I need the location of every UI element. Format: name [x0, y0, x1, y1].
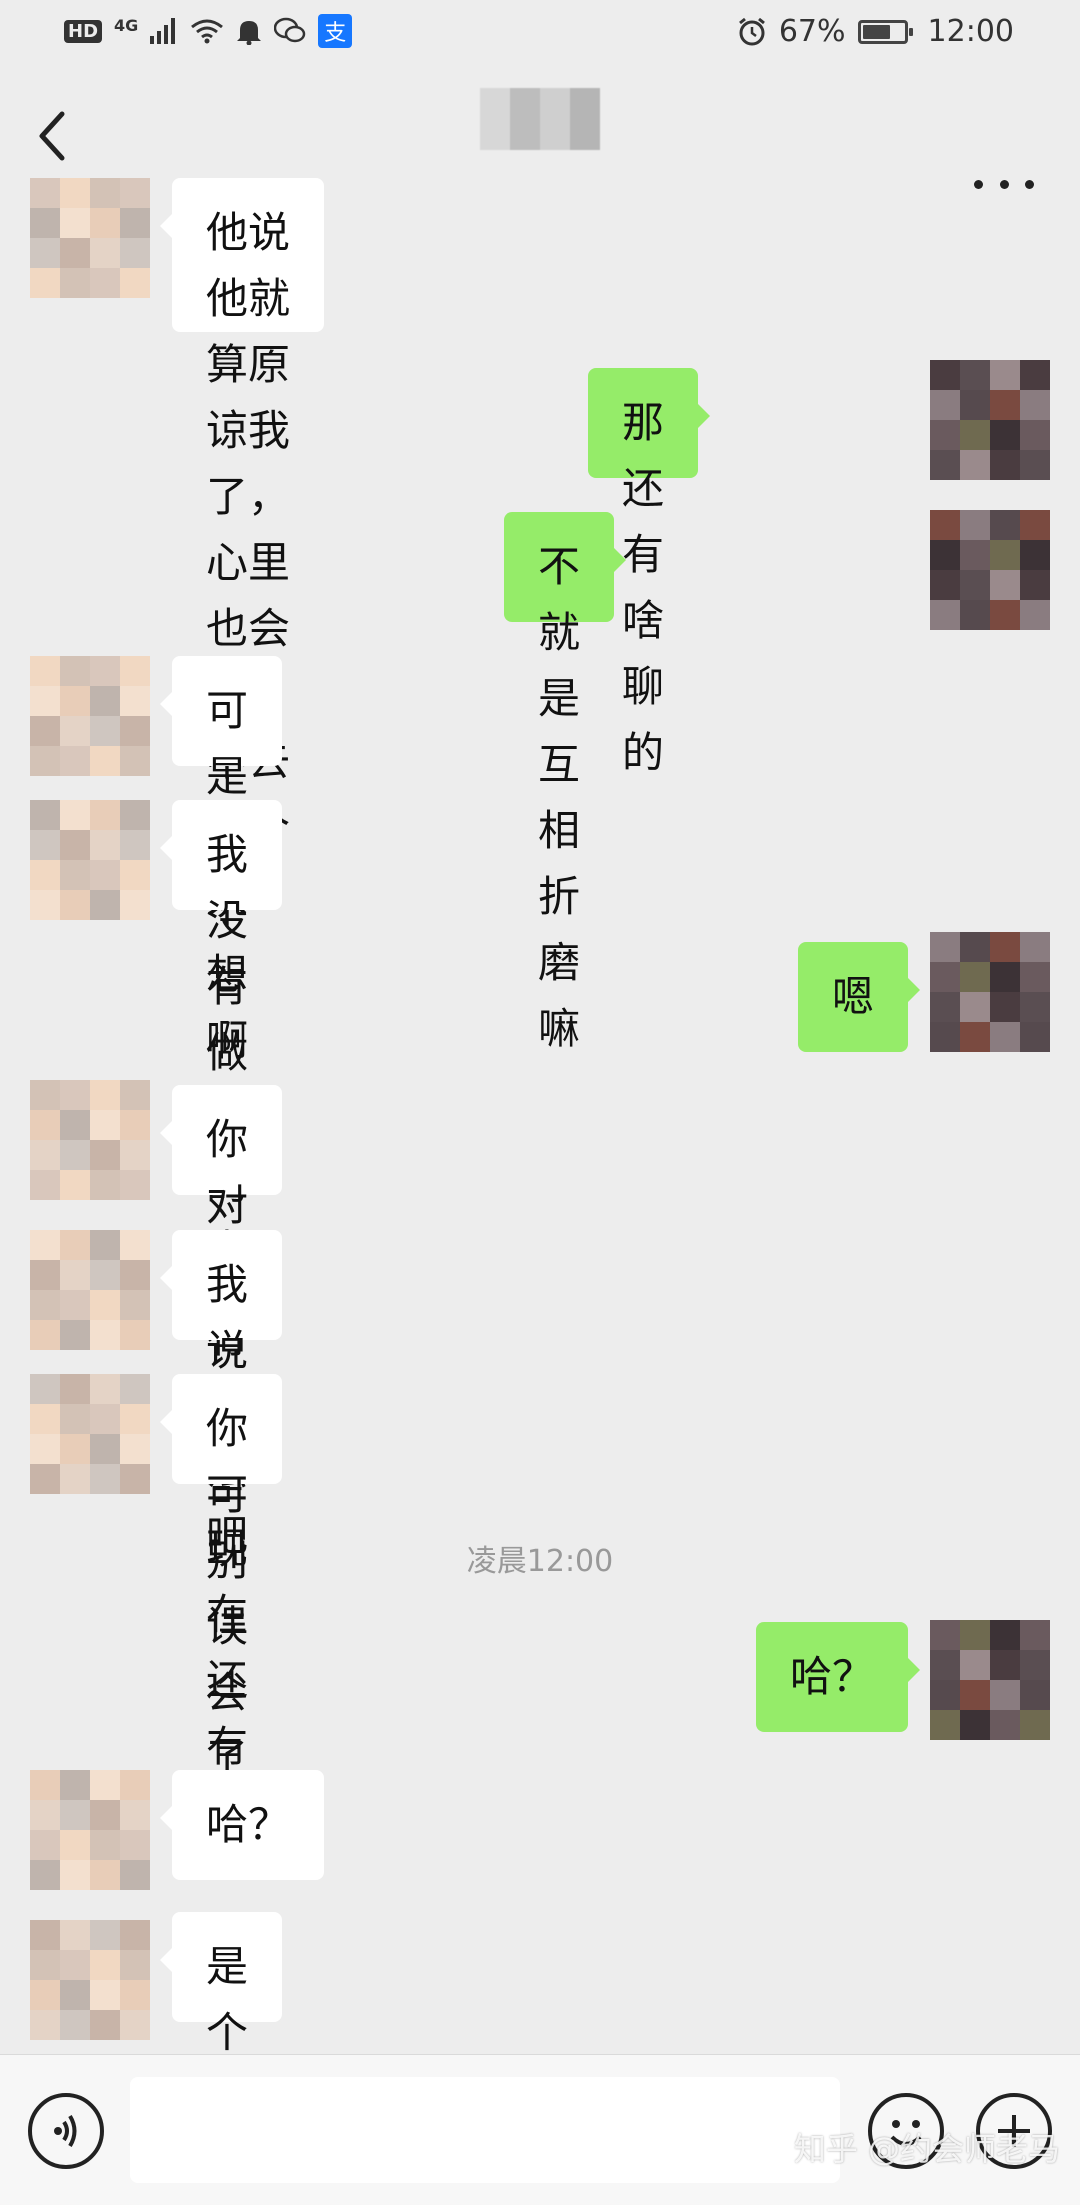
- more-dots-icon: [974, 179, 983, 189]
- message-bubble[interactable]: 那还有啥聊的: [587, 368, 711, 777]
- network-type-label: 4G: [114, 15, 139, 35]
- contact-avatar[interactable]: [30, 800, 150, 920]
- message-bubble[interactable]: 哈？: [159, 1770, 325, 1880]
- back-button[interactable]: [30, 106, 80, 166]
- voice-input-button[interactable]: [28, 2093, 104, 2169]
- contact-avatar[interactable]: [30, 1770, 150, 1890]
- contact-name-blurred: [480, 88, 600, 150]
- message-bubble[interactable]: 哈？: [755, 1622, 921, 1732]
- message-bubble[interactable]: 嗯: [797, 942, 921, 1052]
- my-avatar[interactable]: [930, 360, 1050, 480]
- contact-avatar[interactable]: [30, 1920, 150, 2040]
- message-bubble[interactable]: 不就是互相折磨嘛: [503, 512, 627, 1053]
- message-bubble[interactable]: 你对我有想法吧: [159, 1085, 283, 1560]
- message-timestamp: 凌晨12:00: [466, 1544, 614, 1579]
- battery-icon: [857, 19, 913, 44]
- contact-avatar[interactable]: [30, 1230, 150, 1350]
- status-right-group: 67% 12:00: [737, 14, 1014, 49]
- message-bubble[interactable]: 我没有做过的事情: [159, 800, 283, 1341]
- my-avatar[interactable]: [930, 1620, 1050, 1740]
- alarm-icon: [737, 17, 767, 47]
- wifi-icon: [190, 18, 224, 44]
- chevron-left-icon: [39, 111, 65, 161]
- contact-avatar[interactable]: [30, 178, 150, 298]
- contact-avatar[interactable]: [30, 656, 150, 776]
- wechat-notification-icon: [274, 17, 306, 45]
- message-bubble[interactable]: 我说这些现在还有嘛: [159, 1230, 283, 1837]
- status-bar: HD 4G 支 67% 12:00: [0, 0, 1080, 66]
- message-bubble[interactable]: 你可别误会了: [159, 1374, 283, 1783]
- watermark-text: 知乎 @约会师老马: [793, 2130, 1060, 2168]
- my-avatar[interactable]: [930, 510, 1050, 630]
- more-options-button[interactable]: [974, 172, 1034, 196]
- contact-avatar[interactable]: [30, 1374, 150, 1494]
- hd-badge: HD: [64, 19, 103, 43]
- alipay-notification-icon: 支: [318, 14, 353, 48]
- signal-icon: [150, 18, 178, 44]
- my-avatar[interactable]: [930, 932, 1050, 1052]
- message-bubble[interactable]: 是个啥: [159, 1912, 283, 2123]
- battery-percent: 67%: [778, 14, 846, 49]
- clock-time: 12:00: [927, 14, 1014, 49]
- contact-avatar[interactable]: [30, 1080, 150, 1200]
- message-text-input[interactable]: [130, 2077, 840, 2183]
- voice-icon: [54, 2114, 77, 2148]
- status-left-group: HD 4G 支: [64, 14, 353, 48]
- notification-bell-icon: [236, 17, 262, 45]
- message-bubble[interactable]: 可是我不想啊: [159, 656, 283, 1065]
- message-bubble[interactable]: 他说他就算原谅我了，心里也会过 不去那个坎: [160, 178, 324, 917]
